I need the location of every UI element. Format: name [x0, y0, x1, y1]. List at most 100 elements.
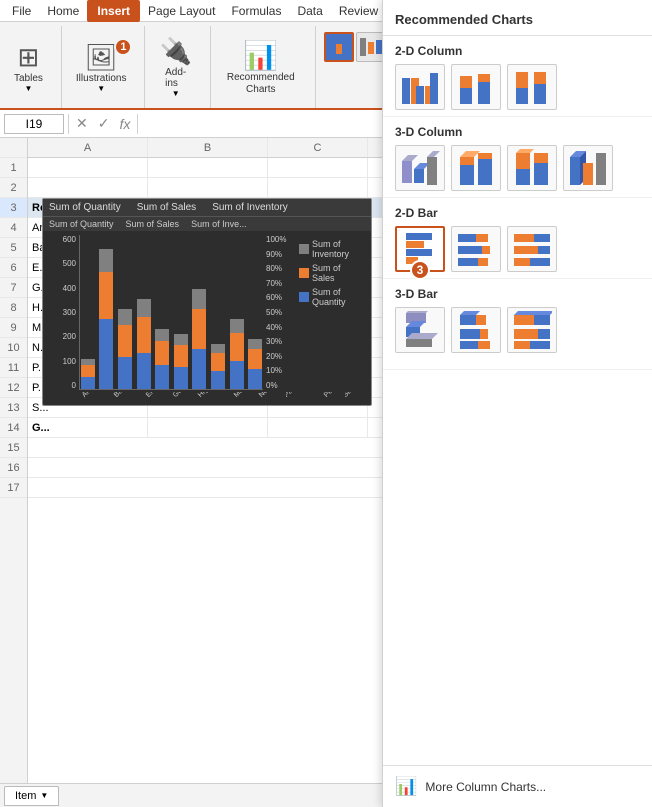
- chart-icon-clustered-col[interactable]: [395, 64, 445, 110]
- ribbon-group-illustrations: 🖼 1 Illustrations ▼: [70, 26, 146, 108]
- bar-ballpen: [99, 249, 115, 389]
- cell-a1[interactable]: [28, 158, 148, 177]
- menu-review[interactable]: Review: [331, 2, 386, 20]
- row-num-4: 4: [0, 218, 27, 238]
- bar-notebook: [192, 289, 208, 389]
- menu-insert[interactable]: Insert: [87, 0, 140, 22]
- y-label-0: 0: [47, 381, 76, 390]
- x-label-notebook: Notebook: [258, 392, 282, 399]
- cell-c1[interactable]: [268, 158, 368, 177]
- formula-divider: [68, 114, 69, 134]
- row-num-11: 11: [0, 358, 27, 378]
- addins-button[interactable]: 🔌 Add-ins ▼: [153, 32, 197, 102]
- col-header-c: C: [268, 138, 368, 157]
- sheet-tab-arrow: ▼: [40, 791, 48, 800]
- legend-inventory: Sum of Inventory: [299, 239, 363, 259]
- cell-c2[interactable]: [268, 178, 368, 197]
- chart-icon-3d-bar-1[interactable]: [395, 307, 445, 353]
- pct-90: 90%: [266, 250, 295, 259]
- illustrations-dropdown-arrow: ▼: [97, 84, 105, 93]
- row-num-8: 8: [0, 298, 27, 318]
- y-label-500: 500: [47, 259, 76, 268]
- badge-1: 1: [114, 38, 132, 56]
- formula-divider-2: [137, 114, 138, 134]
- chart-header-qty: Sum of Quantity: [49, 202, 121, 213]
- chart-header-2: Sum of Quantity Sum of Sales Sum of Inve…: [43, 216, 371, 231]
- x-label-pencil: Pencil: [323, 392, 341, 399]
- chart-icon-3d-col-1[interactable]: [395, 145, 445, 191]
- menu-home[interactable]: Home: [39, 2, 87, 20]
- menu-formulas[interactable]: Formulas: [223, 2, 289, 20]
- section-2d-column-title: 2-D Column: [395, 44, 640, 58]
- pct-70: 70%: [266, 279, 295, 288]
- chart-icon-100pct-bar[interactable]: [507, 226, 557, 272]
- pct-100: 100%: [266, 235, 295, 244]
- ribbon-group-charts: 📊 RecommendedCharts: [219, 26, 316, 108]
- chart-legend: Sum of Inventory Sum of Sales Sum of Qua…: [295, 235, 367, 390]
- chart-icon-3d-col-3[interactable]: [507, 145, 557, 191]
- pct-axis: 100% 90% 80% 70% 60% 50% 40% 30% 20% 10%…: [263, 235, 295, 390]
- pct-40: 40%: [266, 323, 295, 332]
- section-3d-column-title: 3-D Column: [395, 125, 640, 139]
- formula-function-icon[interactable]: fx: [116, 116, 133, 132]
- x-label-stickynotes: Sticky Notes: [345, 392, 372, 399]
- chart-icon-100pct-col[interactable]: [507, 64, 557, 110]
- section-2d-bar-icons: 3: [395, 226, 640, 272]
- formula-cancel-icon[interactable]: ✕: [73, 115, 91, 132]
- illustrations-icon: 🖼: [85, 42, 118, 73]
- addins-label: Add-ins: [165, 67, 186, 89]
- legend-qty: Sum of Quantity: [299, 287, 363, 307]
- bar-gelpen: [136, 299, 152, 389]
- cell-a2[interactable]: [28, 178, 148, 197]
- badge-3: 3: [410, 260, 430, 280]
- dropdown-title-area: Recommended Charts: [383, 0, 652, 36]
- y-label-600: 600: [47, 235, 76, 244]
- row-num-17: 17: [0, 478, 27, 498]
- row-numbers: 1 2 3 4 5 6 7 8 9 10 11 12 13 14 15 16 1…: [0, 138, 28, 783]
- dropdown-title: Recommended Charts: [395, 12, 533, 27]
- chart-icon-3d-bar-3[interactable]: [507, 307, 557, 353]
- more-charts-link[interactable]: 📊 More Column Charts...: [383, 765, 652, 807]
- x-label-eraser: Eraser: [145, 392, 165, 399]
- legend-color-sales: [299, 268, 309, 278]
- pct-20: 20%: [266, 352, 295, 361]
- row-num-10: 10: [0, 338, 27, 358]
- cell-b2[interactable]: [148, 178, 268, 197]
- chart-icon-3d-col-2[interactable]: [451, 145, 501, 191]
- bar-higherpen: [154, 329, 170, 389]
- row-num-1: 1: [0, 158, 27, 178]
- bar-eraser: [117, 309, 133, 389]
- row-num-5: 5: [0, 238, 27, 258]
- tables-button[interactable]: ⊞ Tables ▼: [8, 38, 49, 97]
- recommended-charts-button[interactable]: 📊 RecommendedCharts: [219, 35, 303, 100]
- chart-icon-3d-bar-2[interactable]: [451, 307, 501, 353]
- illustrations-button[interactable]: 🖼 1 Illustrations ▼: [70, 38, 133, 97]
- chart-type-btn-1[interactable]: [324, 32, 354, 62]
- chart-icon-clustered-bar[interactable]: 3: [395, 226, 445, 272]
- cell-reference-input[interactable]: [4, 114, 64, 134]
- x-label-ballpen: Ball Pen: [113, 392, 135, 399]
- menu-data[interactable]: Data: [289, 2, 330, 20]
- chart-type-dropdown: Recommended Charts 2-D Column: [382, 0, 652, 807]
- chart-icon-stacked-bar[interactable]: [451, 226, 501, 272]
- chart-icon-stacked-col[interactable]: [451, 64, 501, 110]
- menu-file[interactable]: File: [4, 2, 39, 20]
- bar-pagesbox: [210, 344, 226, 389]
- legend-label-sales: Sum of Sales: [312, 263, 363, 283]
- recommended-charts-icon: 📊: [243, 39, 278, 72]
- addins-dropdown-arrow: ▼: [172, 89, 180, 98]
- row-num-16: 16: [0, 458, 27, 478]
- bar-chart-area: [79, 235, 263, 390]
- pct-0: 0%: [266, 381, 295, 390]
- section-3d-bar-title: 3-D Bar: [395, 287, 640, 301]
- sheet-tab-item[interactable]: Item ▼: [4, 786, 59, 806]
- col-header-b: B: [148, 138, 268, 157]
- cell-b1[interactable]: [148, 158, 268, 177]
- formula-confirm-icon[interactable]: ✓: [95, 115, 113, 132]
- chart-icon-3d-col-4[interactable]: [563, 145, 613, 191]
- menu-pagelayout[interactable]: Page Layout: [140, 2, 223, 20]
- row-num-3: 3: [0, 198, 27, 218]
- chart-header-2-sales: Sum of Sales: [126, 219, 180, 229]
- recommended-charts-label: RecommendedCharts: [227, 72, 295, 96]
- legend-sales: Sum of Sales: [299, 263, 363, 283]
